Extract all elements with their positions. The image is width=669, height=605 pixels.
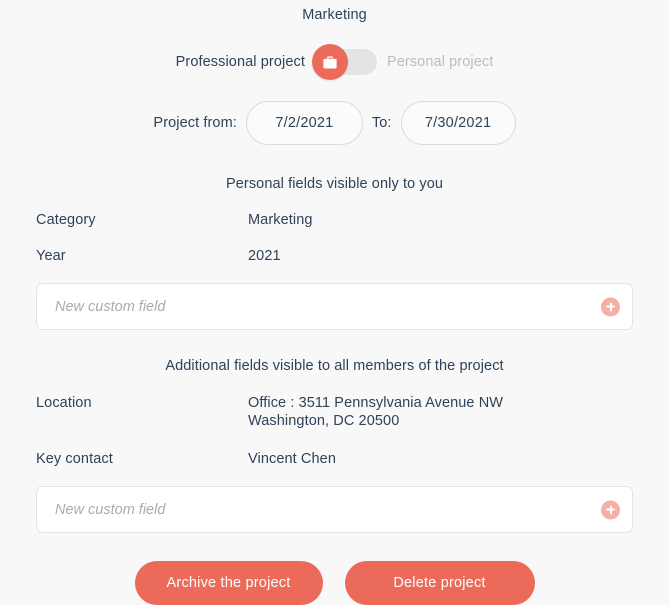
toggle-label-personal[interactable]: Personal project [387, 53, 493, 71]
project-type-toggle[interactable] [311, 44, 377, 80]
field-value-location[interactable]: Office : 3511 Pennsylvania Avenue NW Was… [248, 394, 503, 430]
additional-fields-header: Additional fields visible to all members… [165, 358, 504, 374]
personal-fields-list: Category Marketing Year 2021 [0, 211, 669, 265]
project-actions: Archive the project Delete project [0, 561, 669, 605]
project-details-panel: Marketing Professional project Personal … [0, 0, 669, 605]
field-row-location: Location Office : 3511 Pennsylvania Aven… [36, 394, 633, 430]
additional-add-field-button[interactable] [601, 500, 620, 519]
delete-project-button[interactable]: Delete project [344, 561, 535, 605]
project-to-date-input[interactable]: 7/30/2021 [400, 101, 516, 145]
field-value-year[interactable]: 2021 [248, 247, 281, 265]
project-from-label: Project from: [153, 115, 237, 131]
field-label-category: Category [36, 212, 96, 228]
briefcase-icon [322, 55, 338, 70]
additional-new-custom-field[interactable] [36, 486, 633, 533]
field-value-key-contact[interactable]: Vincent Chen [248, 450, 336, 468]
field-row-key-contact: Key contact Vincent Chen [36, 450, 633, 468]
archive-project-button[interactable]: Archive the project [134, 561, 323, 605]
page-title: Marketing [302, 7, 367, 23]
project-to-label: To: [371, 115, 392, 131]
field-row-year: Year 2021 [36, 247, 633, 265]
field-value-category[interactable]: Marketing [248, 211, 313, 229]
personal-fields-header: Personal fields visible only to you [225, 176, 444, 192]
plus-icon-vertical [609, 302, 612, 311]
project-from-date-input[interactable]: 7/2/2021 [245, 101, 363, 145]
toggle-label-professional: Professional project [175, 54, 305, 70]
personal-add-field-button[interactable] [601, 297, 620, 316]
field-label-location: Location [36, 395, 92, 411]
project-type-toggle-row: Professional project Personal project [0, 44, 669, 80]
personal-new-custom-field[interactable] [36, 283, 633, 330]
field-label-year: Year [36, 248, 66, 264]
additional-new-custom-field-input[interactable] [37, 487, 632, 532]
field-row-category: Category Marketing [36, 211, 633, 229]
personal-new-custom-field-input[interactable] [37, 284, 632, 329]
toggle-knob[interactable] [311, 44, 348, 80]
additional-fields-list: Location Office : 3511 Pennsylvania Aven… [0, 394, 669, 468]
field-label-key-contact: Key contact [36, 451, 113, 467]
plus-icon-vertical [609, 505, 612, 514]
project-date-row: Project from: 7/2/2021 To: 7/30/2021 [0, 101, 669, 145]
